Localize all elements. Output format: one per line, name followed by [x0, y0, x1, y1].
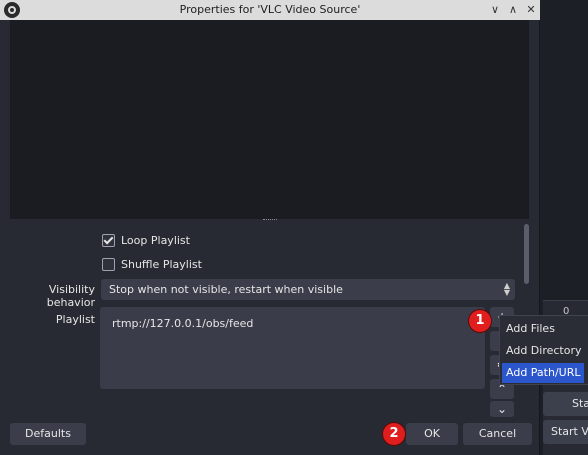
list-item[interactable]: rtmp://127.0.0.1/obs/feed: [112, 317, 253, 330]
playlist-label: Playlist: [55, 313, 95, 326]
ok-button[interactable]: OK: [406, 423, 458, 445]
maximize-window-button[interactable]: ∧: [505, 2, 521, 18]
title-bar[interactable]: Properties for 'VLC Video Source' ∨ ∧ ✕: [0, 0, 540, 20]
background-start-streaming-button[interactable]: Sta: [543, 392, 588, 416]
menu-item-add-files[interactable]: Add Files: [502, 319, 584, 339]
window-title: Properties for 'VLC Video Source': [179, 3, 361, 16]
background-divider: [543, 300, 588, 301]
background-start-virtual-camera-button[interactable]: Start Virt: [543, 420, 588, 444]
visibility-behavior-label: Visibility behavior: [46, 283, 95, 309]
preview-splitter-handle[interactable]: [263, 219, 277, 223]
chevron-updown-icon: ▲ ▼: [503, 281, 511, 297]
menu-item-add-directory[interactable]: Add Directory: [502, 341, 584, 361]
chevron-down-icon: ⌄: [496, 402, 508, 416]
loop-playlist-checkbox[interactable]: [102, 233, 115, 247]
close-window-button[interactable]: ✕: [523, 2, 539, 18]
source-preview: [10, 20, 529, 219]
visibility-behavior-select[interactable]: Stop when not visible, restart when visi…: [101, 279, 515, 300]
collapse-window-button[interactable]: ∨: [487, 2, 503, 18]
loop-playlist-label: Loop Playlist: [121, 233, 190, 247]
shuffle-playlist-option[interactable]: Shuffle Playlist: [102, 256, 202, 272]
properties-scrollbar-thumb[interactable]: [524, 224, 529, 284]
cancel-button[interactable]: Cancel: [463, 423, 532, 445]
step-2-callout: 2: [383, 423, 405, 445]
shuffle-playlist-label: Shuffle Playlist: [121, 257, 202, 271]
properties-dialog: Properties for 'VLC Video Source' ∨ ∧ ✕ …: [0, 0, 540, 455]
visibility-behavior-value: Stop when not visible, restart when visi…: [109, 283, 343, 296]
defaults-button[interactable]: Defaults: [10, 423, 86, 445]
add-playlist-menu: Add Files Add Directory Add Path/URL: [499, 315, 588, 385]
move-down-button[interactable]: ⌄: [490, 401, 514, 417]
shuffle-playlist-checkbox[interactable]: [102, 257, 115, 271]
playlist-list[interactable]: rtmp://127.0.0.1/obs/feed: [100, 307, 485, 389]
menu-item-add-path-url[interactable]: Add Path/URL: [502, 363, 584, 383]
step-1-callout: 1: [469, 310, 491, 332]
loop-playlist-option[interactable]: Loop Playlist: [102, 232, 190, 248]
